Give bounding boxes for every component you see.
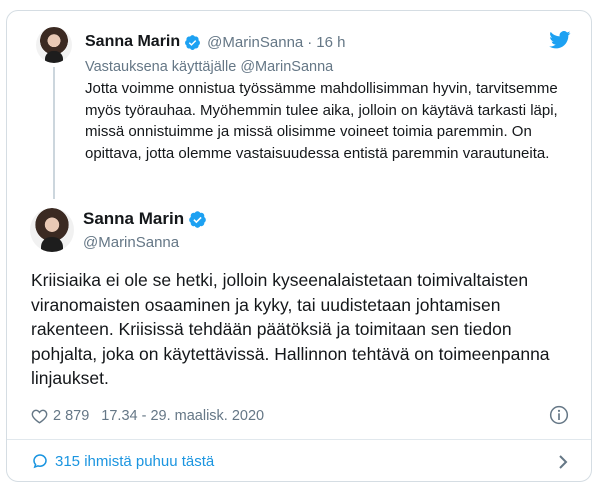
speech-bubble-icon <box>33 454 47 469</box>
author-name-row: Sanna Marin <box>83 209 207 229</box>
verified-badge-icon <box>185 34 201 50</box>
author-handle[interactable]: @MarinSanna <box>83 234 179 251</box>
conversation-label[interactable]: 315 ihmistä puhuu tästä <box>55 453 214 470</box>
chevron-right-icon[interactable] <box>557 454 569 470</box>
thread-line <box>53 67 55 199</box>
replying-prefix: Vastauksena käyttäjälle <box>85 59 237 75</box>
tweet-timestamp[interactable]: 17.34 - 29. maalisk. 2020 <box>101 408 264 424</box>
heart-icon[interactable] <box>31 408 48 424</box>
like-count[interactable]: 2 879 <box>53 408 89 424</box>
parent-header: Sanna Marin @MarinSanna · 16 h <box>85 32 345 52</box>
replying-to-mention[interactable]: @MarinSanna <box>240 59 333 75</box>
author-name[interactable]: Sanna Marin <box>83 209 184 229</box>
parent-avatar[interactable] <box>36 27 72 63</box>
tweet-text: Kriisiaika ei ole se hetki, jolloin kyse… <box>31 270 550 388</box>
twitter-bird-icon[interactable] <box>549 31 571 49</box>
parent-handle[interactable]: @MarinSanna <box>207 34 303 51</box>
parent-author-name[interactable]: Sanna Marin <box>85 33 180 51</box>
conversation-link[interactable]: 315 ihmistä puhuu tästä <box>31 450 214 472</box>
parent-tweet[interactable]: Sanna Marin @MarinSanna · 16 h Vastaukse… <box>7 11 591 201</box>
replying-to-line: Vastauksena käyttäjälle @MarinSanna <box>85 59 333 75</box>
parent-timestamp[interactable]: 16 h <box>316 34 345 51</box>
author-avatar[interactable] <box>30 208 74 252</box>
info-icon[interactable] <box>549 405 569 425</box>
tweet-meta: 2 879 17.34 - 29. maalisk. 2020 <box>31 406 264 426</box>
divider <box>7 439 591 440</box>
verified-badge-icon <box>189 210 206 228</box>
parent-tweet-text: Jotta voimme onnistua työssämme mahdolli… <box>85 80 558 162</box>
separator-dot: · <box>307 33 313 51</box>
tweet-embed-card: Sanna Marin @MarinSanna · 16 h Vastaukse… <box>6 10 592 482</box>
